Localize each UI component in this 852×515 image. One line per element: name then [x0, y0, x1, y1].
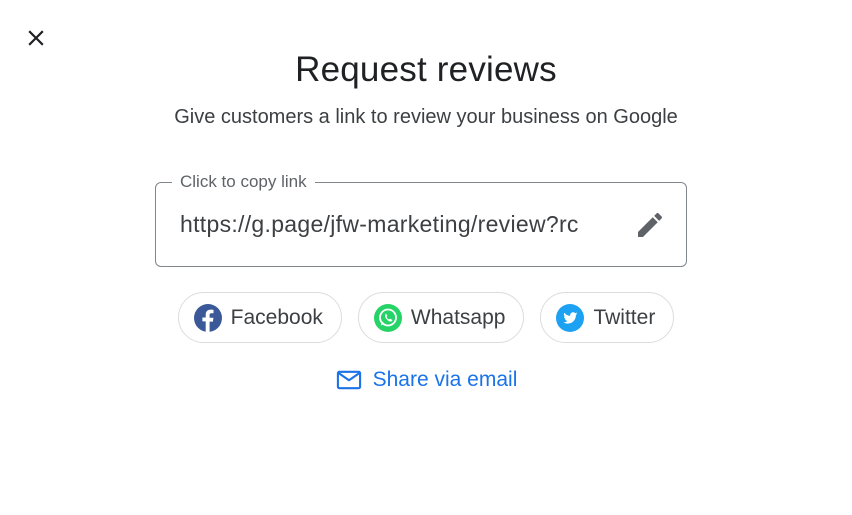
share-whatsapp-label: Whatsapp — [410, 305, 506, 329]
share-twitter-button[interactable]: Twitter — [540, 292, 675, 343]
mail-icon — [336, 370, 361, 390]
dialog-title: Request reviews — [295, 50, 557, 89]
share-via-email-link[interactable]: Share via email — [0, 366, 852, 394]
close-icon — [28, 30, 44, 46]
twitter-icon — [555, 303, 585, 333]
facebook-icon — [193, 303, 223, 333]
share-whatsapp-button[interactable]: Whatsapp — [357, 292, 525, 343]
edit-link-button[interactable] — [632, 207, 668, 243]
dialog-subtitle: Give customers a link to review your bus… — [174, 106, 678, 128]
copy-link-field[interactable]: Click to copy link https://g.page/jfw-ma… — [155, 171, 687, 267]
pencil-icon — [638, 212, 663, 237]
share-twitter-label: Twitter — [593, 305, 656, 329]
share-buttons-row: Facebook Whatsapp Twitter — [0, 292, 852, 343]
share-facebook-button[interactable]: Facebook — [177, 292, 342, 343]
share-facebook-label: Facebook — [230, 305, 323, 329]
copy-link-label: Click to copy link — [172, 171, 315, 193]
share-via-email-label: Share via email — [372, 368, 518, 391]
review-link-value[interactable]: https://g.page/jfw-marketing/review?rc — [180, 211, 616, 238]
whatsapp-icon — [373, 303, 403, 333]
request-reviews-dialog: Request reviews Give customers a link to… — [0, 0, 852, 515]
